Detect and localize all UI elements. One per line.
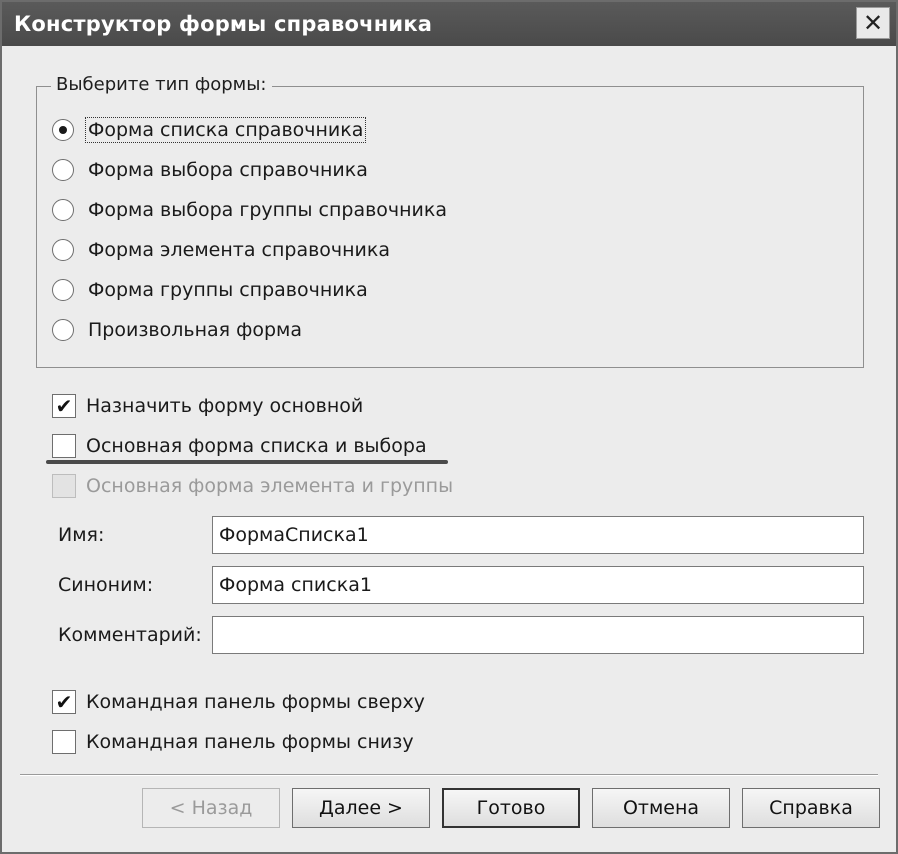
done-button[interactable]: Готово xyxy=(442,788,580,828)
radio-label[interactable]: Форма группы справочника xyxy=(86,278,370,302)
radio-button[interactable] xyxy=(52,239,74,261)
help-button[interactable]: Справка xyxy=(742,788,880,828)
radio-button[interactable] xyxy=(52,319,74,341)
close-button[interactable]: ✕ xyxy=(856,7,890,39)
close-icon: ✕ xyxy=(862,9,884,37)
group-legend: Выберите тип формы: xyxy=(51,74,272,95)
radio-option-custom-form[interactable]: Произвольная форма xyxy=(52,314,304,346)
checkbox-cmd-top[interactable]: ✔ Командная панель формы сверху xyxy=(52,686,425,718)
radio-option-choice-form[interactable]: Форма выбора справочника xyxy=(52,154,370,186)
checkbox[interactable] xyxy=(52,730,76,754)
highlight-underline xyxy=(46,460,448,464)
radio-label[interactable]: Произвольная форма xyxy=(86,318,304,342)
cancel-button[interactable]: Отмена xyxy=(592,788,730,828)
checkmark-icon: ✔ xyxy=(55,690,73,714)
radio-label[interactable]: Форма элемента справочника xyxy=(86,238,392,262)
back-button: < Назад xyxy=(142,788,280,828)
name-field[interactable]: ФормаСписка1 xyxy=(212,516,864,554)
checkmark-icon: ✔ xyxy=(55,394,73,418)
checkbox-set-main[interactable]: ✔ Назначить форму основной xyxy=(52,390,363,422)
checkbox-label[interactable]: Командная панель формы снизу xyxy=(86,731,414,753)
synonym-field[interactable]: Форма списка1 xyxy=(212,566,864,604)
dialog-window: Конструктор формы справочника ✕ Выберите… xyxy=(0,0,898,854)
checkbox-main-list-choice[interactable]: Основная форма списка и выбора xyxy=(52,430,427,462)
radio-option-group-choice-form[interactable]: Форма выбора группы справочника xyxy=(52,194,449,226)
checkbox-label[interactable]: Командная панель формы сверху xyxy=(86,691,425,713)
checkbox xyxy=(52,474,76,498)
checkbox[interactable]: ✔ xyxy=(52,690,76,714)
checkbox[interactable]: ✔ xyxy=(52,394,76,418)
radio-option-element-form[interactable]: Форма элемента справочника xyxy=(52,234,392,266)
checkbox[interactable] xyxy=(52,434,76,458)
checkbox-cmd-bottom[interactable]: Командная панель формы снизу xyxy=(52,726,414,758)
window-title: Конструктор формы справочника xyxy=(14,12,433,36)
name-label: Имя: xyxy=(58,524,105,546)
checkbox-label[interactable]: Основная форма списка и выбора xyxy=(86,435,427,457)
next-button[interactable]: Далее > xyxy=(292,788,430,828)
radio-label[interactable]: Форма выбора справочника xyxy=(86,158,370,182)
comment-label: Комментарий: xyxy=(58,624,202,646)
radio-option-group-form[interactable]: Форма группы справочника xyxy=(52,274,370,306)
radio-button[interactable] xyxy=(52,119,74,141)
checkbox-label: Основная форма элемента и группы xyxy=(86,475,454,497)
radio-dot-icon xyxy=(59,126,67,134)
radio-button[interactable] xyxy=(52,199,74,221)
radio-label[interactable]: Форма списка справочника xyxy=(84,117,367,143)
title-bar[interactable]: Конструктор формы справочника ✕ xyxy=(2,2,896,46)
separator xyxy=(20,774,878,776)
radio-button[interactable] xyxy=(52,159,74,181)
radio-button[interactable] xyxy=(52,279,74,301)
checkbox-label[interactable]: Назначить форму основной xyxy=(86,395,363,417)
comment-field[interactable] xyxy=(212,616,864,654)
radio-option-list-form[interactable]: Форма списка справочника xyxy=(52,114,367,146)
radio-label[interactable]: Форма выбора группы справочника xyxy=(86,198,449,222)
synonym-label: Синоним: xyxy=(58,574,154,596)
checkbox-main-element-group: Основная форма элемента и группы xyxy=(52,470,453,502)
